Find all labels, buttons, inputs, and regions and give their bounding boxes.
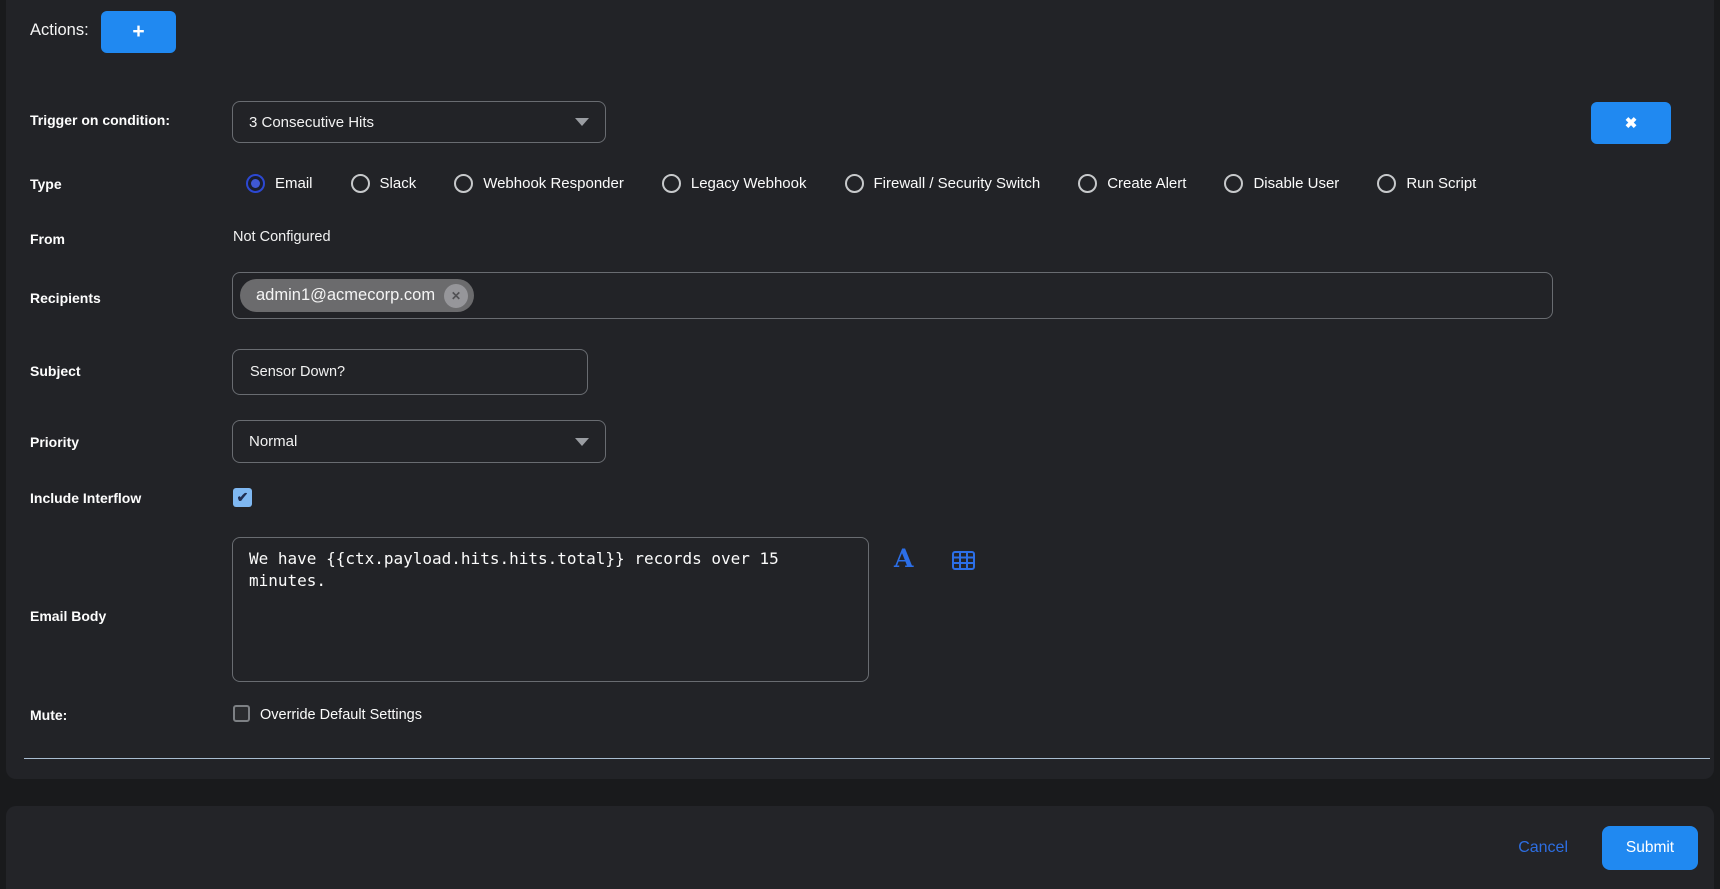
mute-override-checkbox[interactable]	[233, 705, 250, 722]
mute-override-label: Override Default Settings	[260, 707, 422, 723]
type-label: Type	[30, 176, 62, 192]
recipients-label: Recipients	[30, 290, 101, 306]
recipients-input[interactable]: admin1@acmecorp.com ✕	[232, 272, 1553, 319]
recipient-tag: admin1@acmecorp.com ✕	[240, 279, 474, 312]
from-label: From	[30, 231, 65, 247]
radio-label: Disable User	[1253, 175, 1339, 192]
radio-selected-icon	[246, 174, 265, 193]
screen: Actions: + Trigger on condition: 3 Conse…	[0, 0, 1720, 889]
submit-button[interactable]: Submit	[1602, 826, 1698, 870]
radio-webhook-responder[interactable]: Webhook Responder	[454, 174, 624, 193]
radio-icon	[1224, 174, 1243, 193]
email-body-textarea[interactable]: We have {{ctx.payload.hits.hits.total}} …	[232, 537, 869, 682]
radio-email[interactable]: Email	[246, 174, 313, 193]
add-action-button[interactable]: +	[101, 11, 176, 53]
subject-label: Subject	[30, 363, 81, 379]
priority-select[interactable]: Normal	[232, 420, 606, 463]
radio-icon	[845, 174, 864, 193]
action-config-panel: Actions: + Trigger on condition: 3 Conse…	[6, 0, 1714, 779]
remove-recipient-icon[interactable]: ✕	[444, 284, 468, 308]
priority-value: Normal	[249, 433, 297, 450]
radio-label: Create Alert	[1107, 175, 1186, 192]
plus-icon: +	[132, 20, 144, 44]
chevron-down-icon	[575, 118, 589, 126]
radio-label: Run Script	[1406, 175, 1476, 192]
chevron-down-icon	[575, 438, 589, 446]
radio-disable-user[interactable]: Disable User	[1224, 174, 1339, 193]
mute-label: Mute:	[30, 707, 67, 723]
trigger-condition-select[interactable]: 3 Consecutive Hits	[232, 101, 606, 143]
subject-value: Sensor Down?	[250, 364, 345, 380]
radio-label: Firewall / Security Switch	[874, 175, 1041, 192]
from-value: Not Configured	[233, 229, 331, 245]
actions-label: Actions:	[30, 21, 89, 40]
include-interflow-checkbox[interactable]: ✔	[233, 488, 252, 507]
cancel-button[interactable]: Cancel	[1518, 839, 1568, 857]
priority-label: Priority	[30, 434, 79, 450]
radio-slack[interactable]: Slack	[351, 174, 417, 193]
footer-bar: Cancel Submit	[6, 806, 1714, 889]
radio-icon	[454, 174, 473, 193]
email-body-label: Email Body	[30, 608, 106, 624]
checkmark-icon: ✔	[237, 489, 249, 506]
trigger-condition-value: 3 Consecutive Hits	[249, 114, 374, 131]
radio-label: Slack	[380, 175, 417, 192]
radio-create-alert[interactable]: Create Alert	[1078, 174, 1186, 193]
radio-icon	[662, 174, 681, 193]
remove-action-button[interactable]: ✖	[1591, 102, 1671, 144]
table-icon[interactable]	[952, 551, 975, 575]
radio-icon	[351, 174, 370, 193]
radio-label: Email	[275, 175, 313, 192]
type-radio-group: Email Slack Webhook Responder Legacy Webhoo…	[246, 170, 1476, 196]
trigger-condition-label: Trigger on condition:	[30, 112, 170, 128]
radio-label: Legacy Webhook	[691, 175, 807, 192]
subject-input[interactable]: Sensor Down?	[232, 349, 588, 395]
radio-run-script[interactable]: Run Script	[1377, 174, 1476, 193]
radio-icon	[1078, 174, 1097, 193]
include-interflow-label: Include Interflow	[30, 490, 141, 506]
radio-legacy-webhook[interactable]: Legacy Webhook	[662, 174, 807, 193]
font-icon[interactable]: A	[894, 546, 913, 571]
radio-firewall-security-switch[interactable]: Firewall / Security Switch	[845, 174, 1041, 193]
divider	[24, 758, 1710, 759]
close-icon: ✖	[1625, 114, 1638, 132]
recipient-email: admin1@acmecorp.com	[256, 286, 435, 305]
radio-icon	[1377, 174, 1396, 193]
radio-label: Webhook Responder	[483, 175, 624, 192]
